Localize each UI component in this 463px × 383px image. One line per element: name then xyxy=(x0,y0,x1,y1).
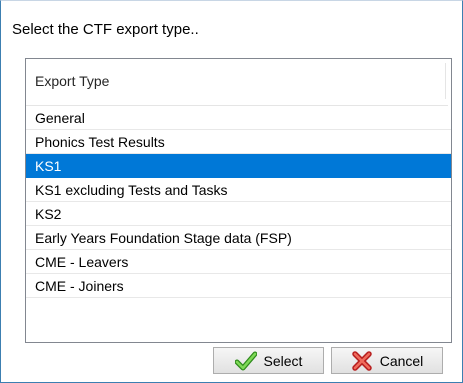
list-item-selected[interactable]: KS1 xyxy=(26,154,451,178)
green-checkmark-icon xyxy=(234,350,257,372)
column-header-label: Export Type xyxy=(35,73,110,89)
list-item[interactable]: CME - Leavers xyxy=(26,250,451,274)
list-item[interactable]: KS2 xyxy=(26,202,451,226)
export-type-list[interactable]: Export Type General Phonics Test Results… xyxy=(25,58,452,343)
dialog-prompt: Select the CTF export type.. xyxy=(12,21,199,38)
cancel-button-label: Cancel xyxy=(379,352,424,369)
list-item[interactable]: Early Years Foundation Stage data (FSP) xyxy=(26,226,451,250)
select-button-label: Select xyxy=(263,352,303,369)
list-item[interactable]: CME - Joiners xyxy=(26,274,451,298)
cancel-button[interactable]: Cancel xyxy=(331,347,443,374)
export-type-dialog: Select the CTF export type.. Export Type… xyxy=(0,0,463,383)
list-item[interactable]: Phonics Test Results xyxy=(26,130,451,154)
column-divider[interactable] xyxy=(445,63,446,99)
list-item[interactable]: General xyxy=(26,106,451,130)
select-button[interactable]: Select xyxy=(213,347,324,374)
list-item[interactable]: KS1 excluding Tests and Tasks xyxy=(26,178,451,202)
list-rows: General Phonics Test Results KS1 KS1 exc… xyxy=(26,106,451,298)
column-header-export-type[interactable]: Export Type xyxy=(26,59,448,106)
red-x-icon xyxy=(351,350,373,372)
